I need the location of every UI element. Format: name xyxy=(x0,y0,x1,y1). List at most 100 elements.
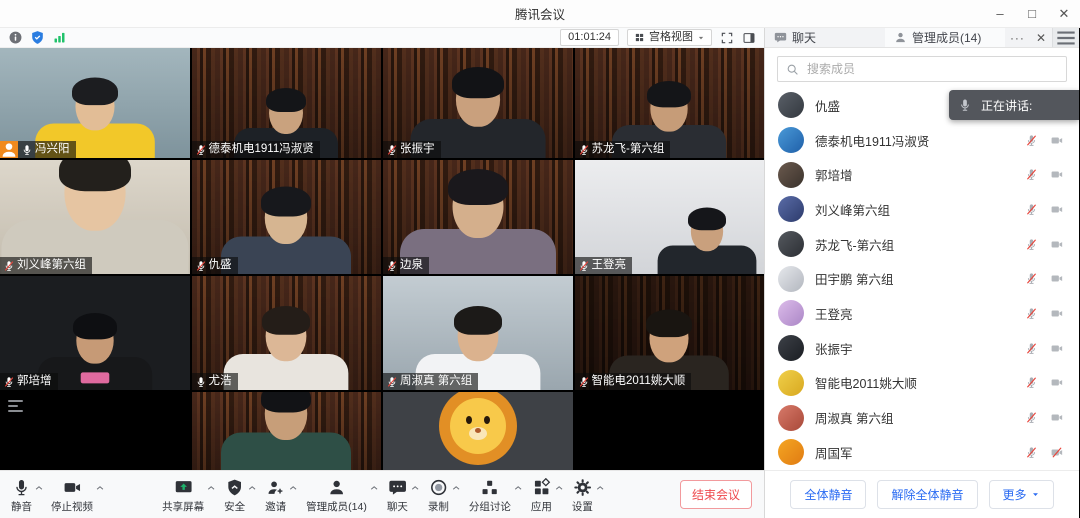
participant-label: 冯兴阳 xyxy=(18,141,76,158)
video-tile[interactable]: 苏龙飞-第六组 xyxy=(575,48,765,158)
caret-up-icon[interactable] xyxy=(410,483,420,493)
caret-up-icon[interactable] xyxy=(34,483,44,493)
member-camera-icon[interactable] xyxy=(1049,134,1065,147)
panel-close-button[interactable]: ✕ xyxy=(1030,28,1052,47)
tab-chat[interactable]: 聊天 xyxy=(765,28,885,47)
end-meeting-button[interactable]: 结束会议 xyxy=(680,480,752,509)
caret-up-icon[interactable] xyxy=(451,483,461,493)
member-mic-muted-icon[interactable] xyxy=(1025,411,1038,424)
member-mic-muted-icon[interactable] xyxy=(1025,134,1038,147)
member-row[interactable]: 智能电2011姚大顺 xyxy=(765,366,1079,401)
toolbar-button-mic[interactable]: 静音 xyxy=(8,474,35,516)
member-camera-icon[interactable] xyxy=(1049,307,1065,320)
member-camera-icon[interactable] xyxy=(1049,238,1065,251)
video-tile[interactable]: 智能电2011姚大顺 xyxy=(575,276,765,390)
info-icon[interactable] xyxy=(8,30,23,45)
member-mic-muted-icon[interactable] xyxy=(1025,446,1038,459)
view-mode-button[interactable]: 宫格视图 xyxy=(627,29,712,46)
toolbar-button-chat[interactable]: 聊天 xyxy=(384,474,411,516)
panel-menu-button[interactable] xyxy=(1052,28,1079,47)
caret-up-icon[interactable] xyxy=(369,483,379,493)
toolbar-button-breakout[interactable]: 分组讨论 xyxy=(466,474,514,516)
member-row[interactable]: 田宇鹏 第六组 xyxy=(765,261,1079,296)
toolbar-button-camera[interactable]: 停止视频 xyxy=(48,474,96,516)
member-mic-muted-icon[interactable] xyxy=(1025,203,1038,216)
video-tile[interactable]: 周淑真 第六组 xyxy=(383,276,573,390)
video-tile[interactable]: 边泉 xyxy=(383,160,573,274)
video-tile[interactable]: 郭培增 xyxy=(0,276,190,390)
member-camera-icon[interactable] xyxy=(1049,376,1065,389)
toolbar-button-record[interactable]: 录制 xyxy=(425,474,452,516)
mic-muted-icon xyxy=(195,260,207,272)
close-button[interactable]: ✕ xyxy=(1048,0,1080,27)
tab-members[interactable]: 管理成员(14) xyxy=(885,28,1005,47)
search-input[interactable] xyxy=(805,61,1058,77)
video-tile[interactable]: 仇盛 xyxy=(192,160,382,274)
toolbar-button-shield-sec[interactable]: 安全 xyxy=(221,474,248,516)
member-name: 德泰机电1911冯淑贤 xyxy=(815,131,1014,150)
panel-footer-button[interactable]: 全体静音 xyxy=(790,480,866,509)
panel-more-button[interactable]: ··· xyxy=(1005,28,1030,47)
avatar xyxy=(778,300,804,326)
minimize-button[interactable]: – xyxy=(984,0,1016,27)
window-title: 腾讯会议 xyxy=(0,4,1080,23)
video-tile[interactable]: 德泰机电1911冯淑贤 xyxy=(192,48,382,158)
panel-footer-button[interactable]: 更多 xyxy=(989,480,1054,509)
participant-name: 智能电2011姚大顺 xyxy=(592,373,686,390)
toolbar-button-invite[interactable]: 邀请 xyxy=(262,474,289,516)
member-camera-icon[interactable] xyxy=(1049,411,1065,424)
member-mic-muted-icon[interactable] xyxy=(1025,342,1038,355)
signal-icon[interactable] xyxy=(52,30,67,45)
member-camera-icon[interactable] xyxy=(1049,342,1065,355)
member-mic-muted-icon[interactable] xyxy=(1025,272,1038,285)
member-mic-muted-icon[interactable] xyxy=(1025,238,1038,251)
member-camera-icon[interactable] xyxy=(1049,272,1065,285)
video-tile[interactable]: 王登亮 xyxy=(575,160,765,274)
caret-up-icon[interactable] xyxy=(513,483,523,493)
caret-up-icon[interactable] xyxy=(247,483,257,493)
video-tile[interactable] xyxy=(383,392,573,470)
video-tile[interactable] xyxy=(0,392,190,470)
member-row[interactable]: 郭培增 xyxy=(765,157,1079,192)
shield-check-icon[interactable] xyxy=(30,30,45,45)
member-row[interactable]: 周淑真 第六组 xyxy=(765,400,1079,435)
member-row[interactable]: 张振宇 xyxy=(765,331,1079,366)
toolbar-button-gear[interactable]: 设置 xyxy=(569,474,596,516)
layout-icon[interactable] xyxy=(742,31,756,45)
caret-up-icon[interactable] xyxy=(95,483,105,493)
video-tile[interactable]: 张振宇 xyxy=(383,48,573,158)
mic-muted-icon xyxy=(3,376,15,388)
member-search xyxy=(777,56,1067,82)
member-camera-icon[interactable] xyxy=(1049,203,1065,216)
fullscreen-icon[interactable] xyxy=(720,31,734,45)
participant-label: 尤浩 xyxy=(192,373,238,390)
maximize-button[interactable]: □ xyxy=(1016,0,1048,27)
video-tile[interactable]: 刘义峰第六组 xyxy=(0,160,190,274)
member-mic-muted-icon[interactable] xyxy=(1025,307,1038,320)
member-row[interactable]: 王登亮 xyxy=(765,296,1079,331)
caret-up-icon[interactable] xyxy=(595,483,605,493)
caret-up-icon[interactable] xyxy=(554,483,564,493)
toolbar-button-share[interactable]: 共享屏幕 xyxy=(159,474,207,516)
video-tile[interactable]: 尤浩 xyxy=(192,276,382,390)
member-mic-muted-icon[interactable] xyxy=(1025,376,1038,389)
member-mic-muted-icon[interactable] xyxy=(1025,168,1038,181)
mic-on-icon xyxy=(195,376,207,388)
toolbar-button-apps[interactable]: 应用 xyxy=(528,474,555,516)
member-name: 张振宇 xyxy=(815,339,1014,358)
member-row[interactable]: 德泰机电1911冯淑贤 xyxy=(765,123,1079,158)
panel-footer-button[interactable]: 解除全体静音 xyxy=(877,480,977,509)
window-controls: – □ ✕ xyxy=(984,0,1080,27)
video-tile[interactable] xyxy=(192,392,382,470)
video-tile[interactable]: 冯兴阳 xyxy=(0,48,190,158)
caret-up-icon[interactable] xyxy=(288,483,298,493)
shield-sec-icon xyxy=(225,478,244,497)
member-row[interactable]: 刘义峰第六组 xyxy=(765,192,1079,227)
caret-up-icon[interactable] xyxy=(206,483,216,493)
member-row[interactable]: 周国军 xyxy=(765,435,1079,470)
member-row[interactable]: 苏龙飞-第六组 xyxy=(765,227,1079,262)
video-tile[interactable] xyxy=(575,392,765,470)
member-camera-icon[interactable] xyxy=(1049,168,1065,181)
member-camera-muted-icon[interactable] xyxy=(1049,446,1065,459)
toolbar-button-member[interactable]: 管理成员(14) xyxy=(303,474,370,516)
